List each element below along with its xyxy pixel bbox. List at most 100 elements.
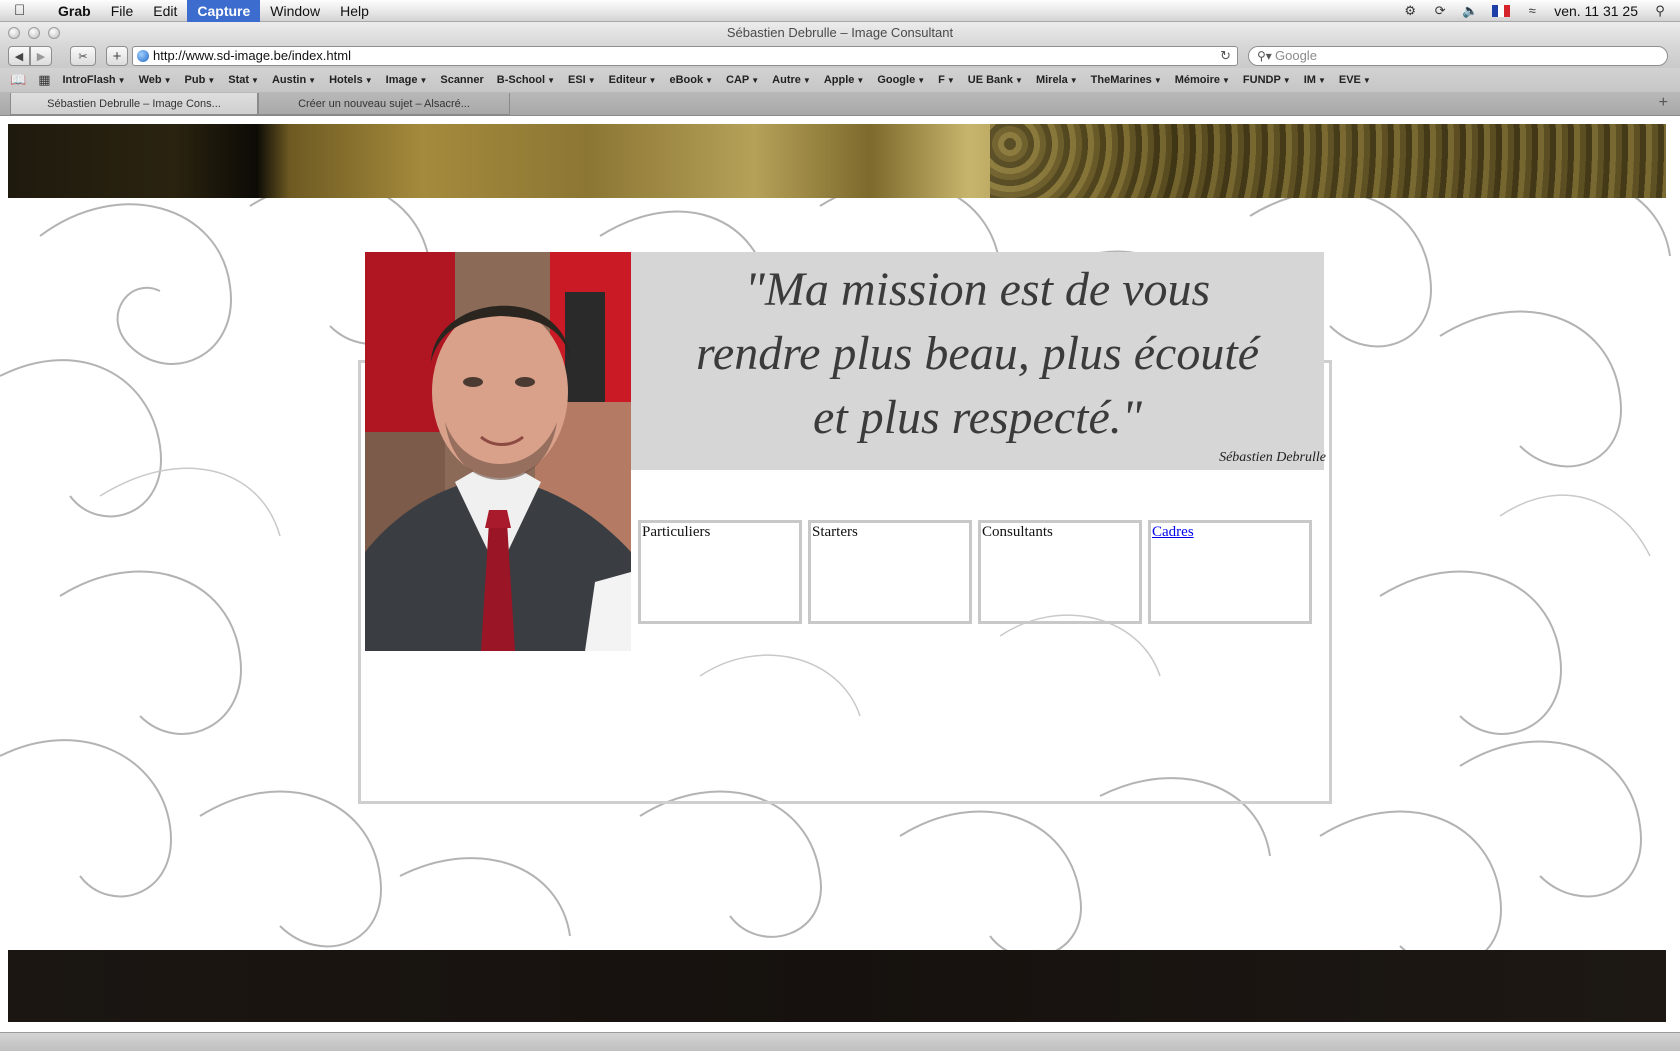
bookmark-b-school[interactable]: B-School ▼ [497,74,555,86]
bookmark-apple[interactable]: Apple ▼ [824,74,864,86]
new-tab-plus-icon[interactable]: + [1659,94,1668,112]
category-particuliers[interactable]: Particuliers [638,520,802,624]
portrait-photo [365,252,631,651]
chevron-down-icon: ▼ [917,76,926,85]
bookmark-label: eBook [669,74,704,86]
bookmark-web[interactable]: Web ▼ [139,74,172,86]
apple-menu-icon[interactable]:  [0,0,48,22]
menu-help[interactable]: Help [330,0,379,22]
address-bar-url: http://www.sd-image.be/index.html [153,48,351,63]
forward-button[interactable]: ▶ [30,46,52,66]
menu-edit[interactable]: Edit [143,0,187,22]
bookmark-introflash[interactable]: IntroFlash ▼ [62,74,125,86]
chevron-down-icon: ▼ [163,76,172,85]
tab-sd-image[interactable]: Sébastien Debrulle – Image Cons... [10,93,258,115]
bookmark-label: FUNDP [1242,74,1281,86]
bookmark-label: IntroFlash [62,74,116,86]
volume-icon[interactable]: 🔈 [1462,3,1478,19]
menubar-clock[interactable]: ven. 11 31 25 [1554,3,1638,19]
bookmark-scanner[interactable]: Scanner [440,74,483,86]
bookmark-pub[interactable]: Pub ▼ [185,74,216,86]
bookmark-ue-bank[interactable]: UE Bank ▼ [968,74,1023,86]
bookmark-image[interactable]: Image ▼ [386,74,428,86]
snippet-button[interactable]: ✂ [70,46,96,66]
minimize-window-button[interactable] [28,27,40,39]
category-starters[interactable]: Starters [808,520,972,624]
search-placeholder: Google [1275,48,1317,63]
chevron-down-icon: ▼ [1362,76,1371,85]
back-button[interactable]: ◀ [8,46,30,66]
cadres-link[interactable]: Cadres [1152,523,1309,541]
bookmark-label: Mirela [1035,74,1068,86]
category-cadres: Cadres [1148,520,1312,624]
bookmark-label: UE Bank [967,74,1014,86]
bookmark-eve[interactable]: EVE ▼ [1339,74,1371,86]
chevron-down-icon: ▼ [946,76,955,85]
bookmark-label: Pub [184,74,206,86]
menu-window[interactable]: Window [260,0,330,22]
address-bar[interactable]: http://www.sd-image.be/index.html ↻ [132,46,1238,66]
chevron-down-icon: ▼ [364,76,373,85]
back-arrow-icon: ◀ [14,50,24,63]
bookmark-items: IntroFlash ▼ Web ▼ Pub ▼ Stat ▼ Austin ▼ Hotels ▼ Im… [62,74,1383,86]
close-window-button[interactable] [8,27,20,39]
top-sites-grid-icon[interactable]: ▦ [38,72,50,88]
zoom-window-button[interactable] [48,27,60,39]
category-label: Consultants [982,524,1053,540]
bookmark-label: IM [1303,74,1316,86]
bookmark-label: Editeur [608,74,647,86]
globe-icon [137,50,149,62]
search-field[interactable]: ⚲▾ Google [1248,46,1668,66]
bookmark-label: F [938,74,945,86]
bookmark-themarines[interactable]: TheMarines ▼ [1091,74,1162,86]
chevron-down-icon: ▼ [1153,76,1162,85]
bookmark-esi[interactable]: ESI ▼ [568,74,596,86]
app-menu-grab[interactable]: Grab [48,0,101,22]
chevron-down-icon: ▼ [1221,76,1230,85]
macos-menubar:  Grab File Edit Capture Window Help ⚙ ⟳… [0,0,1680,22]
bookmark-label: Autre [772,74,801,86]
bookmark-m-moire[interactable]: Mémoire ▼ [1175,74,1230,86]
category-label: Starters [812,524,858,540]
chevron-down-icon: ▼ [1015,76,1023,85]
bookmark-label: Image [385,74,418,86]
chevron-down-icon: ▼ [117,76,126,85]
menu-capture[interactable]: Capture [187,0,261,22]
quote-line-3: et plus respecté." [813,391,1142,444]
sync-icon[interactable]: ⟳ [1432,3,1448,19]
bookmark-autre[interactable]: Autre ▼ [772,74,811,86]
bookmarks-book-icon[interactable]: 📖 [10,72,26,88]
tab-bar: Sébastien Debrulle – Image Cons... Créer… [0,92,1680,116]
bookmark-label: Stat [228,74,250,86]
chevron-down-icon: ▼ [751,76,760,85]
tab-alsacre[interactable]: Créer un nouveau sujet – Alsacré... [258,93,510,115]
category-consultants[interactable]: Consultants [978,520,1142,624]
bookmark-im[interactable]: IM ▼ [1304,74,1326,86]
bookmark-fundp[interactable]: FUNDP ▼ [1243,74,1291,86]
menu-file[interactable]: File [101,0,144,22]
bookmark-f[interactable]: F ▼ [938,74,955,86]
browser-status-bar [0,1032,1680,1051]
bookmark-label: Apple [823,74,855,86]
bookmark-austin[interactable]: Austin ▼ [272,74,316,86]
category-label: Particuliers [642,524,711,540]
spotlight-search-icon[interactable]: ⚲ [1652,3,1668,19]
timemachine-icon[interactable]: ⚙ [1402,3,1418,19]
reload-icon[interactable]: ↻ [1220,47,1231,65]
bookmark-cap[interactable]: CAP ▼ [726,74,759,86]
browser-toolbar: ◀ ▶ ✂ + http://www.sd-image.be/index.htm… [0,44,1680,68]
scissors-icon: ✂ [78,50,88,63]
bookmark-hotels[interactable]: Hotels ▼ [329,74,373,86]
bookmark-google[interactable]: Google ▼ [877,74,925,86]
chevron-down-icon: ▼ [207,76,216,85]
bookmark-editeur[interactable]: Editeur ▼ [609,74,657,86]
search-icon: ⚲▾ [1257,49,1272,63]
input-language-flag-icon[interactable] [1492,4,1511,17]
add-bookmark-button[interactable]: + [106,46,128,66]
bookmark-ebook[interactable]: eBook ▼ [669,74,713,86]
wifi-icon[interactable]: ≈ [1524,3,1540,19]
bookmark-label: Austin [271,74,307,86]
bookmark-stat[interactable]: Stat ▼ [228,74,259,86]
bookmark-mirela[interactable]: Mirela ▼ [1036,74,1078,86]
quote-author: Sébastien Debrulle [1219,450,1326,465]
